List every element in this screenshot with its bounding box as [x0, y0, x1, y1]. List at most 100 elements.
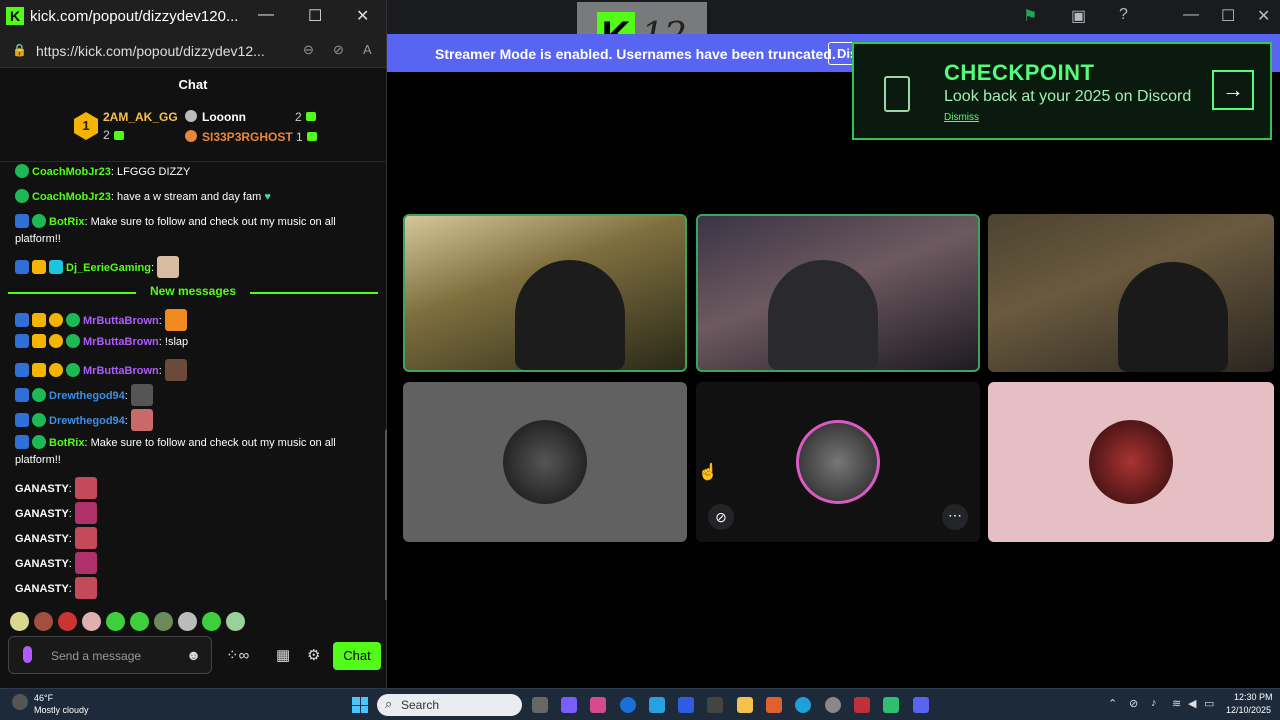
gift-icon	[114, 131, 124, 140]
participant-video	[1118, 262, 1228, 372]
hp-icon[interactable]	[620, 697, 636, 713]
app-icon[interactable]	[649, 697, 665, 713]
settings-gear-icon[interactable]: ⚙	[307, 646, 320, 664]
lock-icon: 🔒	[12, 43, 27, 57]
leader-2-name[interactable]: Looonn	[202, 110, 246, 124]
microphone-tray-icon[interactable]: ♪	[1151, 697, 1157, 709]
points-icon[interactable]: ⁘∞	[226, 646, 249, 664]
chat-username[interactable]: CoachMobJr23	[32, 166, 111, 178]
minimize-button[interactable]: —	[1183, 6, 1199, 24]
chat-scrollbar[interactable]	[385, 430, 387, 600]
app-icon[interactable]	[883, 697, 899, 713]
volume-icon[interactable]: ◀	[1188, 697, 1196, 710]
flag-icon[interactable]: ⚑	[1023, 6, 1037, 26]
zoom-icon[interactable]: ⊖	[303, 42, 314, 58]
chat-username[interactable]: MrButtaBrown	[83, 365, 159, 377]
user-avatar	[796, 420, 880, 504]
avatar-tile-1[interactable]	[403, 382, 687, 542]
app-icon[interactable]	[590, 697, 606, 713]
chat-username[interactable]: Drewthegod94	[49, 390, 125, 402]
clock-time[interactable]: 12:30 PM	[1234, 692, 1273, 702]
file-explorer-icon[interactable]	[737, 697, 753, 713]
maximize-button[interactable]: ☐	[308, 6, 322, 26]
read-aloud-icon[interactable]: A	[363, 42, 372, 57]
microphone-icon[interactable]	[23, 646, 32, 663]
checkpoint-promo: CHECKPOINT Look back at your 2025 on Dis…	[852, 42, 1272, 140]
emote-icon[interactable]	[226, 612, 245, 631]
inbox-icon[interactable]: ▣	[1071, 6, 1086, 26]
chat-username[interactable]: MrButtaBrown	[83, 336, 159, 348]
emote-icon[interactable]	[58, 612, 77, 631]
store-icon[interactable]	[707, 697, 723, 713]
avatar-tile-2[interactable]: ⊘ ⋯	[696, 382, 980, 542]
emote-icon[interactable]	[106, 612, 125, 631]
maximize-button[interactable]: ☐	[1221, 6, 1235, 26]
chat-username[interactable]: GANASTY	[15, 483, 69, 495]
video-tile-1[interactable]	[403, 214, 687, 372]
video-tile-2[interactable]	[696, 214, 980, 372]
minimize-button[interactable]: —	[258, 6, 274, 24]
clock-date[interactable]: 12/10/2025	[1226, 705, 1271, 715]
app-tray-icon[interactable]: ⊘	[1129, 697, 1138, 710]
leader-3-name[interactable]: SI33P3RGHOST	[202, 130, 293, 144]
leader-1-name[interactable]: 2AM_AK_GG	[103, 110, 178, 124]
emote-icon[interactable]	[130, 612, 149, 631]
emote-icon[interactable]	[178, 612, 197, 631]
chat-username[interactable]: Drewthegod94	[49, 415, 125, 427]
chat-username[interactable]: BotRix	[49, 437, 84, 449]
message-placeholder[interactable]: Send a message	[51, 649, 141, 663]
chat-username[interactable]: GANASTY	[15, 508, 69, 520]
battery-icon[interactable]: ▭	[1204, 697, 1214, 710]
close-button[interactable]: ✕	[1257, 6, 1270, 26]
arrow-right-icon[interactable]: →	[1212, 70, 1254, 110]
chat-username[interactable]: BotRix	[49, 216, 84, 228]
chat-username[interactable]: MrButtaBrown	[83, 315, 159, 327]
more-options-icon[interactable]: ⋯	[942, 504, 968, 530]
emote-icon[interactable]	[154, 612, 173, 631]
address-bar[interactable]: 🔒 https://kick.com/popout/dizzydev12... …	[0, 34, 386, 68]
avatar-tile-3[interactable]	[988, 382, 1274, 542]
verified-icon	[32, 435, 46, 449]
app-icon[interactable]	[854, 697, 870, 713]
send-chat-button[interactable]: Chat	[333, 642, 381, 670]
copilot-icon[interactable]	[561, 697, 577, 713]
chat-username[interactable]: Dj_EerieGaming	[66, 262, 151, 274]
emote-icon[interactable]	[10, 612, 29, 631]
mouse-cursor-icon: ☝	[698, 464, 718, 481]
checkpoint-dismiss-link[interactable]: Dismiss	[944, 112, 979, 123]
chat-username[interactable]: GANASTY	[15, 583, 69, 595]
crown-icon	[32, 260, 46, 274]
url-text[interactable]: https://kick.com/popout/dizzydev12...	[36, 43, 265, 59]
chat-username[interactable]: CoachMobJr23	[32, 191, 111, 203]
help-icon[interactable]: ?	[1119, 6, 1128, 24]
emoji-icon[interactable]: ☻	[186, 647, 201, 663]
weather-icon[interactable]	[12, 694, 28, 710]
edge-icon[interactable]	[795, 697, 811, 713]
weather-condition[interactable]: Mostly cloudy	[34, 705, 89, 715]
moderator-icon	[15, 214, 29, 228]
store-icon[interactable]: ▦	[276, 646, 290, 664]
chat-message: MrButtaBrown:	[15, 309, 370, 331]
weather-temp[interactable]: 46°F	[34, 693, 53, 703]
chat-username[interactable]: GANASTY	[15, 558, 69, 570]
discord-icon[interactable]	[913, 697, 929, 713]
video-tile-3[interactable]	[988, 214, 1274, 372]
rank-1-badge: 1	[74, 112, 98, 140]
obs-icon[interactable]	[825, 697, 841, 713]
taskbar-search[interactable]: Search	[377, 694, 522, 716]
message-input[interactable]: Send a message ☻	[8, 636, 212, 674]
emote-image	[74, 502, 97, 524]
zoom-icon[interactable]	[678, 697, 694, 713]
emote-icon[interactable]	[34, 612, 53, 631]
wifi-icon[interactable]: ≋	[1172, 697, 1181, 710]
emote-icon[interactable]	[82, 612, 101, 631]
tracking-icon[interactable]: ⊘	[333, 42, 344, 58]
muted-mic-icon[interactable]: ⊘	[708, 504, 734, 530]
start-button[interactable]	[352, 697, 368, 713]
task-view-icon[interactable]	[532, 697, 548, 713]
chevron-up-icon[interactable]: ⌃	[1108, 697, 1117, 710]
emote-icon[interactable]	[202, 612, 221, 631]
close-button[interactable]: ✕	[356, 6, 369, 26]
app-icon[interactable]	[766, 697, 782, 713]
chat-username[interactable]: GANASTY	[15, 533, 69, 545]
